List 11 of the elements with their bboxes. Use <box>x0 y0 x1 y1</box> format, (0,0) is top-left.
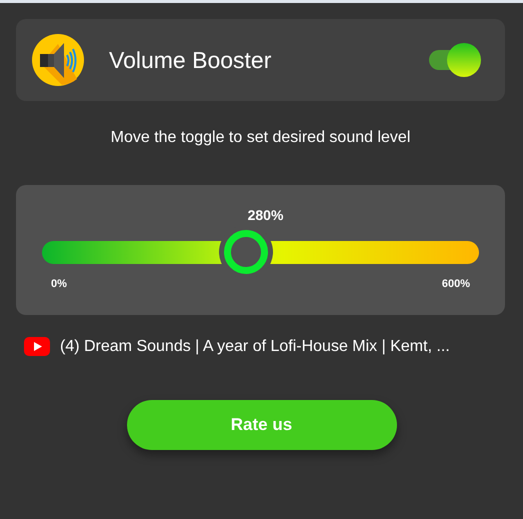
app-title: Volume Booster <box>109 46 272 74</box>
volume-slider[interactable] <box>42 228 479 276</box>
play-icon <box>24 337 50 356</box>
speaker-icon <box>32 34 84 86</box>
instruction-text: Move the toggle to set desired sound level <box>110 129 412 147</box>
max-label: 600% <box>442 278 470 290</box>
tab-title: (4) Dream Sounds | A year of Lofi-House Mix | Kemt, ... <box>60 338 450 356</box>
volume-reading: 280% <box>246 207 284 223</box>
power-toggle[interactable] <box>429 43 481 77</box>
rate-button[interactable]: Rate us <box>126 400 396 450</box>
min-label: 0% <box>51 278 67 290</box>
